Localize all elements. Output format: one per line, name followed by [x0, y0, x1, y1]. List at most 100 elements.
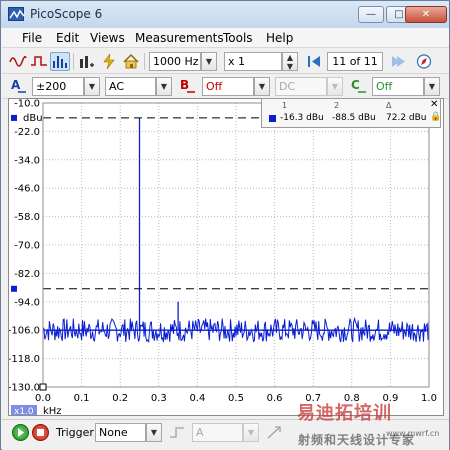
watermark-url: www.mwrf.cn	[386, 429, 440, 438]
channel-c-range-arrow[interactable]: ▼	[424, 77, 440, 96]
square-wave-icon	[31, 56, 47, 66]
y-tick-label: -70.0	[14, 241, 40, 252]
y-tick-label: -10.0	[14, 99, 40, 110]
x-tick-label: 0.4	[189, 393, 205, 404]
probe-icon	[18, 91, 26, 93]
compass-button[interactable]	[414, 52, 434, 71]
x-tick-label: 0.6	[267, 393, 283, 404]
main-toolbar: 1000 Hz ▼ x 1 ▲ ▼ 11 of 11	[2, 49, 449, 74]
x-scale-label: x1.0	[14, 407, 34, 415]
lightning-icon	[103, 53, 115, 70]
x-tick-label: 0.3	[151, 393, 167, 404]
toolbar-separator	[144, 53, 145, 70]
ruler-handle-2[interactable]	[11, 285, 17, 292]
buffer-navigator[interactable]: 11 of 11	[327, 52, 383, 71]
play-icon	[18, 428, 24, 437]
channel-a-coupling-select[interactable]: AC	[105, 77, 156, 96]
ruler-2-value: -88.5 dBu	[332, 113, 376, 123]
zoom-select[interactable]: x 1	[224, 52, 282, 71]
probe-icon	[358, 91, 366, 93]
trigger-edge-button[interactable]	[264, 423, 284, 442]
trigger-source-arrow[interactable]: ▼	[243, 423, 259, 442]
default-setup-button[interactable]	[121, 52, 141, 71]
channel-a-coupling-arrow[interactable]: ▼	[156, 77, 172, 96]
trigger-source-select[interactable]: A	[192, 423, 243, 442]
scope-mode-button[interactable]	[8, 52, 28, 71]
channel-b-coupling-arrow[interactable]: ▼	[327, 77, 343, 96]
frequency-dropdown-arrow[interactable]: ▼	[201, 52, 217, 71]
frequency-select[interactable]: 1000 Hz	[149, 52, 201, 71]
channel-c-range-select[interactable]: Off	[372, 77, 424, 96]
y-tick-label: -22.0	[14, 127, 40, 138]
channel-a-range-arrow[interactable]: ▼	[84, 77, 100, 96]
picoscope-app-icon	[8, 7, 25, 21]
ruler-measurement-panel[interactable]: 1 2 Δ ✕ -16.3 dBu -88.5 dBu 72.2 dBu 🔒	[261, 98, 441, 128]
spectrum-bars-icon	[53, 56, 67, 68]
toolbar-separator	[73, 53, 74, 70]
channel-c-button[interactable]: C	[348, 77, 368, 96]
y-tick-label: -34.0	[14, 155, 40, 166]
spectrum-mode-button[interactable]	[50, 52, 70, 71]
channels-bars-icon	[80, 56, 94, 68]
channel-options-button[interactable]	[77, 52, 97, 71]
origin-marker[interactable]	[39, 383, 47, 391]
menu-views[interactable]: Views	[90, 31, 125, 45]
first-buffer-button[interactable]	[304, 52, 324, 71]
persistence-mode-button[interactable]	[29, 52, 49, 71]
ruler-delta-header: Δ	[386, 101, 392, 110]
title-bar: PicoScope 6 — □ ✕	[1, 1, 449, 28]
ruler-1-value: -16.3 dBu	[280, 113, 324, 123]
stop-button[interactable]	[32, 424, 49, 441]
compass-icon	[416, 54, 432, 69]
spectrum-plot-area[interactable]: -10.0 -22.0 -34.0 -46.0 -58.0 -70.0 -82.0 -94.0…	[8, 98, 444, 416]
ruler-delta-value: 72.2 dBu	[386, 113, 427, 123]
spinner-down-icon[interactable]: ▼	[283, 58, 297, 75]
menu-file[interactable]: File	[22, 31, 42, 45]
app-window: PicoScope 6 — □ ✕ File Edit Views Measur…	[0, 0, 450, 450]
home-icon	[123, 53, 139, 69]
channel-toolbar: A ±200 mV ▼ AC ▼ B Off ▼ DC ▼ C Off ▼	[2, 74, 449, 110]
menu-edit[interactable]: Edit	[56, 31, 79, 45]
auto-setup-button[interactable]	[99, 52, 119, 71]
menu-tools[interactable]: Tools	[223, 31, 253, 45]
x-tick-label: 0.5	[228, 393, 244, 404]
trigger-label: Trigger	[56, 426, 94, 439]
channel-b-range-arrow[interactable]: ▼	[254, 77, 270, 96]
trigger-type-button[interactable]	[167, 423, 187, 442]
y-tick-label: -130.0	[9, 383, 40, 394]
zoom-spinner[interactable]: ▲ ▼	[282, 52, 298, 71]
skip-forward-icon	[392, 56, 405, 67]
channel-b-coupling-select[interactable]: DC	[275, 77, 327, 96]
lock-icon[interactable]: 🔒	[430, 112, 441, 122]
channel-a-range-select[interactable]: ±200 mV	[32, 77, 84, 110]
ruler-2-header: 2	[334, 101, 340, 110]
window-title: PicoScope 6	[30, 7, 103, 21]
trigger-mode-select[interactable]: None	[95, 423, 146, 442]
watermark-logo: 易迪拓培训	[297, 403, 392, 424]
y-tick-label: -94.0	[14, 297, 40, 308]
skip-back-icon	[308, 56, 320, 67]
x-axis-unit-label: kHz	[43, 406, 62, 415]
close-button[interactable]: ✕	[405, 6, 447, 23]
next-buffer-button[interactable]	[388, 52, 408, 71]
ruler-1-header: 1	[282, 101, 288, 110]
menu-help[interactable]: Help	[266, 31, 293, 45]
ruler-handle-1[interactable]	[11, 114, 17, 121]
probe-icon	[187, 91, 195, 93]
channel-b-range-select[interactable]: Off	[202, 77, 254, 96]
channel-a-button[interactable]: A	[8, 77, 28, 96]
y-tick-label: -46.0	[14, 184, 40, 195]
trigger-mode-arrow[interactable]: ▼	[146, 423, 162, 442]
y-tick-label: -106.0	[9, 326, 40, 337]
channel-b-button[interactable]: B	[177, 77, 197, 96]
rising-edge-icon	[170, 427, 184, 438]
panel-close-icon[interactable]: ✕	[430, 99, 438, 110]
x-tick-label: 0.0	[35, 393, 51, 404]
spectrum-chart[interactable]: -10.0 -22.0 -34.0 -46.0 -58.0 -70.0 -82.0 -94.0…	[9, 99, 443, 415]
menu-measurements[interactable]: Measurements	[135, 31, 224, 45]
x-tick-label: 0.2	[112, 393, 128, 404]
minimize-button[interactable]: —	[358, 6, 384, 23]
y-tick-label: -58.0	[14, 212, 40, 223]
x-tick-label: 1.0	[421, 393, 437, 404]
start-button[interactable]	[12, 424, 29, 441]
